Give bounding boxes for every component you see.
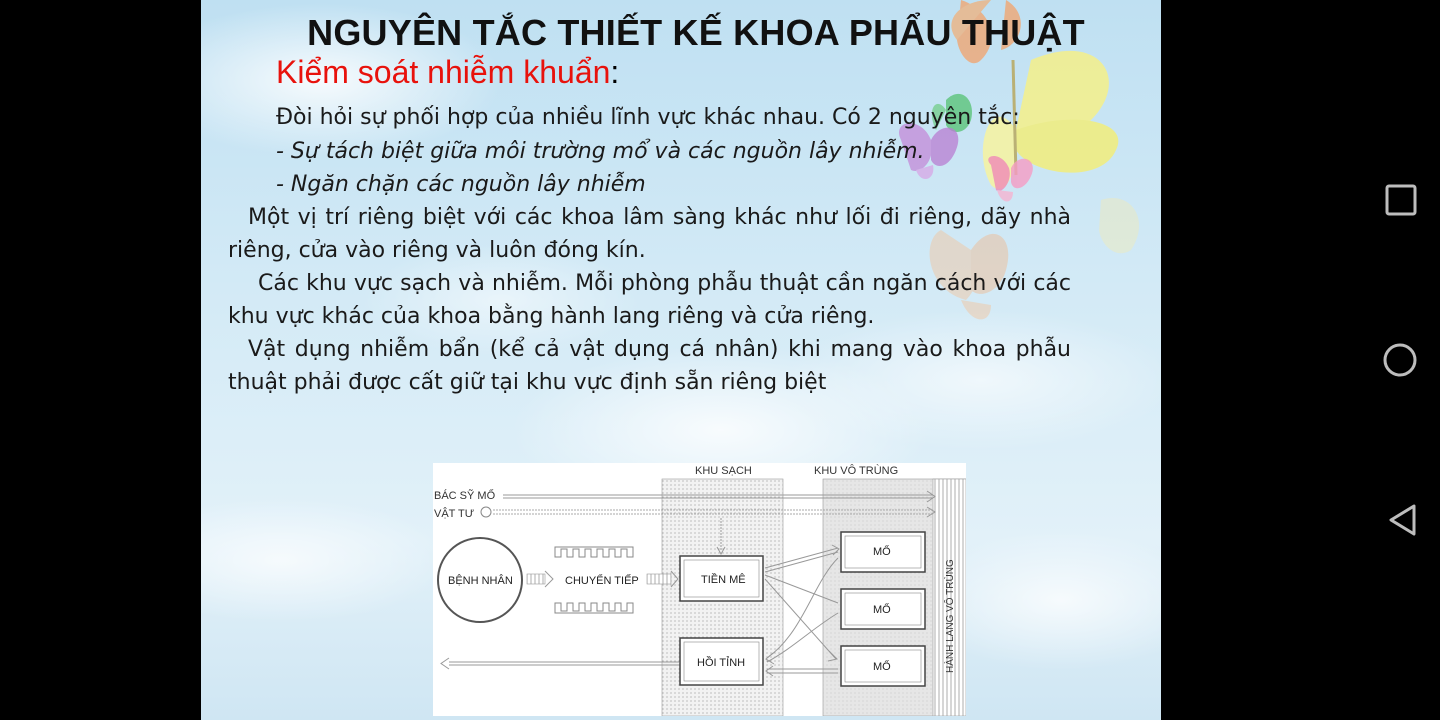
supplies-label: VẬT TƯ [434, 507, 474, 520]
paragraph-zones: Các khu vực sạch và nhiễm. Mỗi phòng phẫ… [228, 271, 1071, 329]
presentation-slide: NGUYÊN TẮC THIẾT KẾ KHOA PHẨU THUẬT Kiểm… [201, 0, 1161, 720]
subtitle-suffix: : [610, 54, 620, 90]
clean-zone-label: KHU SẠCH [695, 465, 752, 477]
faded-butterfly-icon [1099, 198, 1140, 254]
circle-icon[interactable] [1380, 340, 1420, 380]
or-room-1: MỔ [873, 545, 891, 558]
doctor-label: BÁC SỸ MỔ [434, 489, 496, 502]
square-icon[interactable] [1381, 180, 1421, 220]
transfer-label: CHUYỂN TIẾP [565, 574, 639, 587]
preanesthesia-label: TIỀN MÊ [701, 573, 746, 586]
screen: NGUYÊN TẮC THIẾT KẾ KHOA PHẨU THUẬT Kiểm… [0, 0, 1440, 720]
slide-subtitle: Kiểm soát nhiễm khuẩn: [276, 54, 619, 91]
principle-2: - Ngăn chặn các nguồn lây nhiễm [276, 172, 646, 197]
pink-butterfly-icon [988, 155, 1033, 202]
subtitle-highlight: Kiểm soát nhiễm khuẩn [276, 54, 611, 90]
or-room-2: MỔ [873, 603, 891, 616]
paragraph-location: Một vị trí riêng biệt với các khoa lâm s… [228, 205, 1071, 263]
paragraph-supplies: Vật dụng nhiễm bẩn (kể cả vật dụng cá nh… [228, 337, 1071, 395]
or-room-3: MỔ [873, 660, 891, 673]
patient-label: BỆNH NHÂN [448, 574, 513, 587]
system-navigation-bar [1161, 0, 1440, 720]
surgery-flow-diagram: KHU SẠCH KHU VÔ TRÙNG BÁC SỸ MỔ VẬT TƯ B… [433, 463, 966, 716]
recovery-label: HỒI TỈNH [697, 656, 745, 669]
intro-text: Đòi hỏi sự phối hợp của nhiều lĩnh vực k… [276, 105, 1020, 130]
principle-1: - Sự tách biệt giữa môi trường mổ và các… [276, 139, 925, 164]
sterile-zone-label: KHU VÔ TRÙNG [814, 464, 898, 477]
triangle-back-icon[interactable] [1381, 500, 1421, 540]
sterile-corridor-label: HÀNH LANG VÔ TRÙNG [943, 559, 956, 673]
slide-title: NGUYÊN TẮC THIẾT KẾ KHOA PHẨU THUẬT [307, 12, 1085, 53]
